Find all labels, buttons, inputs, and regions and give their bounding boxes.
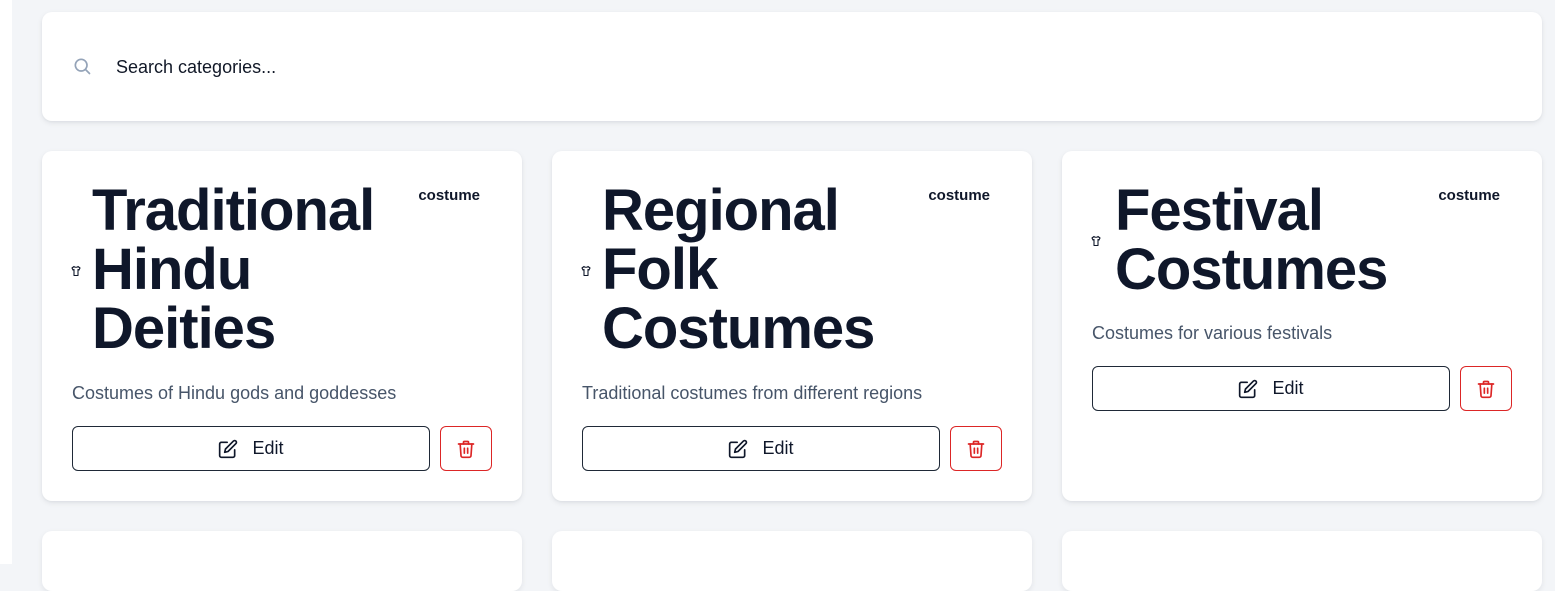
category-type-badge: costume — [1438, 187, 1500, 204]
shirt-icon — [581, 265, 591, 277]
category-description: Costumes of Hindu gods and goddesses — [72, 383, 397, 403]
category-card-partial — [1062, 531, 1542, 591]
category-title: Festival Costumes — [1115, 178, 1388, 302]
category-title: Traditional Hindu Deities — [92, 178, 375, 361]
category-type-badge: costume — [418, 187, 480, 204]
category-card: Traditional Hindu Deities costume Costum… — [42, 151, 522, 501]
category-card: Regional Folk Costumes costume Tradition… — [552, 151, 1032, 501]
edit-button[interactable]: Edit — [72, 426, 430, 471]
edit-button[interactable]: Edit — [582, 426, 940, 471]
category-description: Costumes for various festivals — [1092, 323, 1333, 343]
left-edge-panel — [0, 0, 12, 564]
edit-icon — [729, 439, 748, 458]
trash-icon — [1477, 380, 1495, 398]
edit-button[interactable]: Edit — [1092, 366, 1450, 411]
delete-button[interactable] — [440, 426, 492, 471]
edit-icon — [219, 439, 238, 458]
edit-button-label: Edit — [762, 438, 794, 458]
search-input[interactable] — [116, 52, 1516, 82]
shirt-icon — [71, 265, 81, 277]
delete-button[interactable] — [950, 426, 1002, 471]
shirt-icon — [1091, 235, 1101, 247]
category-card-partial — [42, 531, 522, 591]
edit-button-label: Edit — [252, 438, 284, 458]
trash-icon — [457, 440, 475, 458]
edit-icon — [1239, 379, 1258, 398]
category-title: Regional Folk Costumes — [602, 178, 875, 361]
trash-icon — [967, 440, 985, 458]
edit-button-label: Edit — [1272, 378, 1304, 398]
category-card-partial — [552, 531, 1032, 591]
search-icon — [74, 58, 91, 75]
category-description: Traditional costumes from different regi… — [582, 383, 923, 403]
category-type-badge: costume — [928, 187, 990, 204]
category-card: Festival Costumes costume Costumes for v… — [1062, 151, 1542, 501]
delete-button[interactable] — [1460, 366, 1512, 411]
